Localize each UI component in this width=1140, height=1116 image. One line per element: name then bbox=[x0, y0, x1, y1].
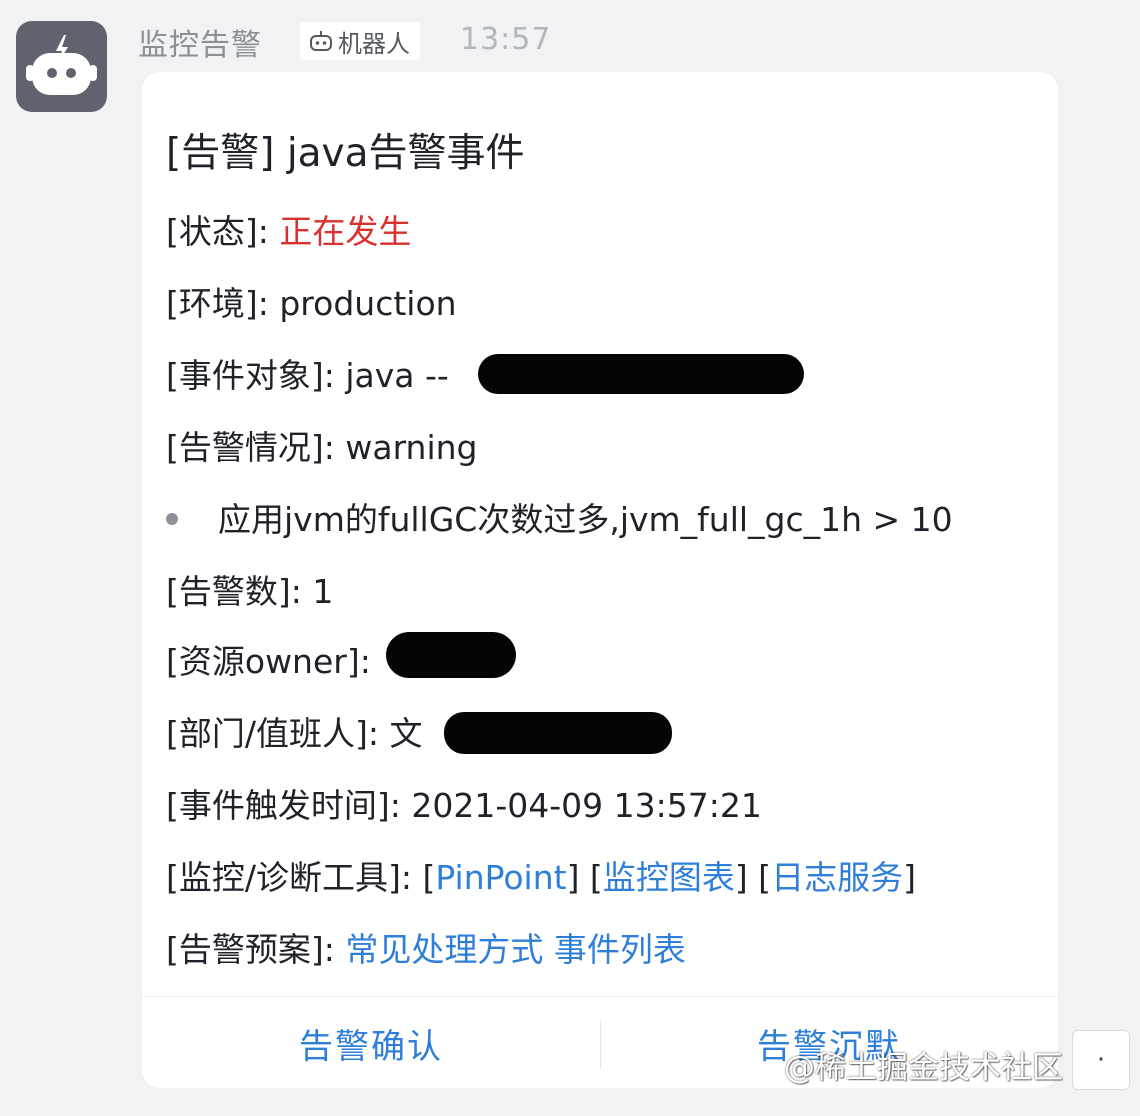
bot-avatar[interactable] bbox=[16, 21, 107, 112]
status-row: [状态]: 正在发生 bbox=[166, 212, 411, 252]
alert-count-label: [告警数]: bbox=[166, 572, 313, 611]
environment-value: production bbox=[279, 284, 457, 323]
alert-card: [告警] java告警事件 [状态]: 正在发生 [环境]: productio… bbox=[142, 72, 1058, 1088]
alert-count-row: [告警数]: 1 bbox=[166, 572, 333, 612]
redacted-resource-owner bbox=[386, 632, 516, 678]
alert-count-value: 1 bbox=[312, 572, 334, 611]
sender-name[interactable]: 监控告警 bbox=[138, 20, 262, 64]
card-title: [告警] java告警事件 bbox=[166, 131, 525, 176]
department-value: 文 bbox=[389, 714, 423, 753]
bullet-item: 应用jvm的fullGC次数过多,jvm_full_gc_1h > 10 bbox=[218, 500, 953, 539]
alert-level-value: warning bbox=[345, 428, 478, 467]
status-value: 正在发生 bbox=[279, 212, 412, 251]
event-object-row: [事件对象]: java -- bbox=[166, 356, 449, 396]
playbook-label: [告警预案]: bbox=[166, 930, 346, 969]
trigger-time-label: [事件触发时间]: bbox=[166, 786, 412, 825]
message-time: 13:57 bbox=[460, 22, 552, 57]
tools-label: [监控/诊断工具]: bbox=[166, 858, 423, 897]
confirm-alert-button[interactable]: 告警确认 bbox=[142, 997, 600, 1088]
trigger-time-value: 2021-04-09 13:57:21 bbox=[411, 786, 762, 825]
redacted-department bbox=[444, 712, 672, 754]
watermark: @稀土掘金技术社区 bbox=[784, 1050, 1063, 1086]
bot-tag: 机器人 bbox=[300, 22, 420, 60]
department-label: [部门/值班人]: bbox=[166, 714, 390, 753]
event-object-value: java -- bbox=[345, 356, 449, 395]
bullet-dot bbox=[166, 513, 178, 525]
environment-label: [环境]: bbox=[166, 284, 280, 323]
department-row: [部门/值班人]: 文 bbox=[166, 714, 422, 754]
event-object-label: [事件对象]: bbox=[166, 356, 346, 395]
log-service-link[interactable]: 日志服务 bbox=[771, 858, 903, 897]
bot-tag-label: 机器人 bbox=[338, 29, 410, 58]
monitor-chart-link[interactable]: 监控图表 bbox=[603, 858, 735, 897]
status-label: [状态]: bbox=[166, 212, 280, 251]
event-list-link[interactable]: 事件列表 bbox=[554, 930, 686, 969]
playbook-row: [告警预案]: 常见处理方式 事件列表 bbox=[166, 930, 686, 970]
alert-level-label: [告警情况]: bbox=[166, 428, 346, 467]
common-handling-link[interactable]: 常见处理方式 bbox=[345, 930, 543, 969]
environment-row: [环境]: production bbox=[166, 284, 457, 324]
trigger-time-row: [事件触发时间]: 2021-04-09 13:57:21 bbox=[166, 786, 762, 826]
robot-icon bbox=[310, 31, 332, 51]
robot-icon bbox=[26, 35, 97, 95]
resource-owner-row: [资源owner]: bbox=[166, 642, 371, 682]
pinpoint-link[interactable]: PinPoint bbox=[435, 858, 566, 897]
resource-owner-label: [资源owner]: bbox=[166, 642, 371, 681]
alert-level-row: [告警情况]: warning bbox=[166, 428, 478, 468]
more-icon[interactable]: ⋅ bbox=[1072, 1030, 1130, 1090]
tools-row: [监控/诊断工具]: [PinPoint] [监控图表] [日志服务] bbox=[166, 858, 916, 897]
redacted-event-object bbox=[478, 354, 804, 394]
